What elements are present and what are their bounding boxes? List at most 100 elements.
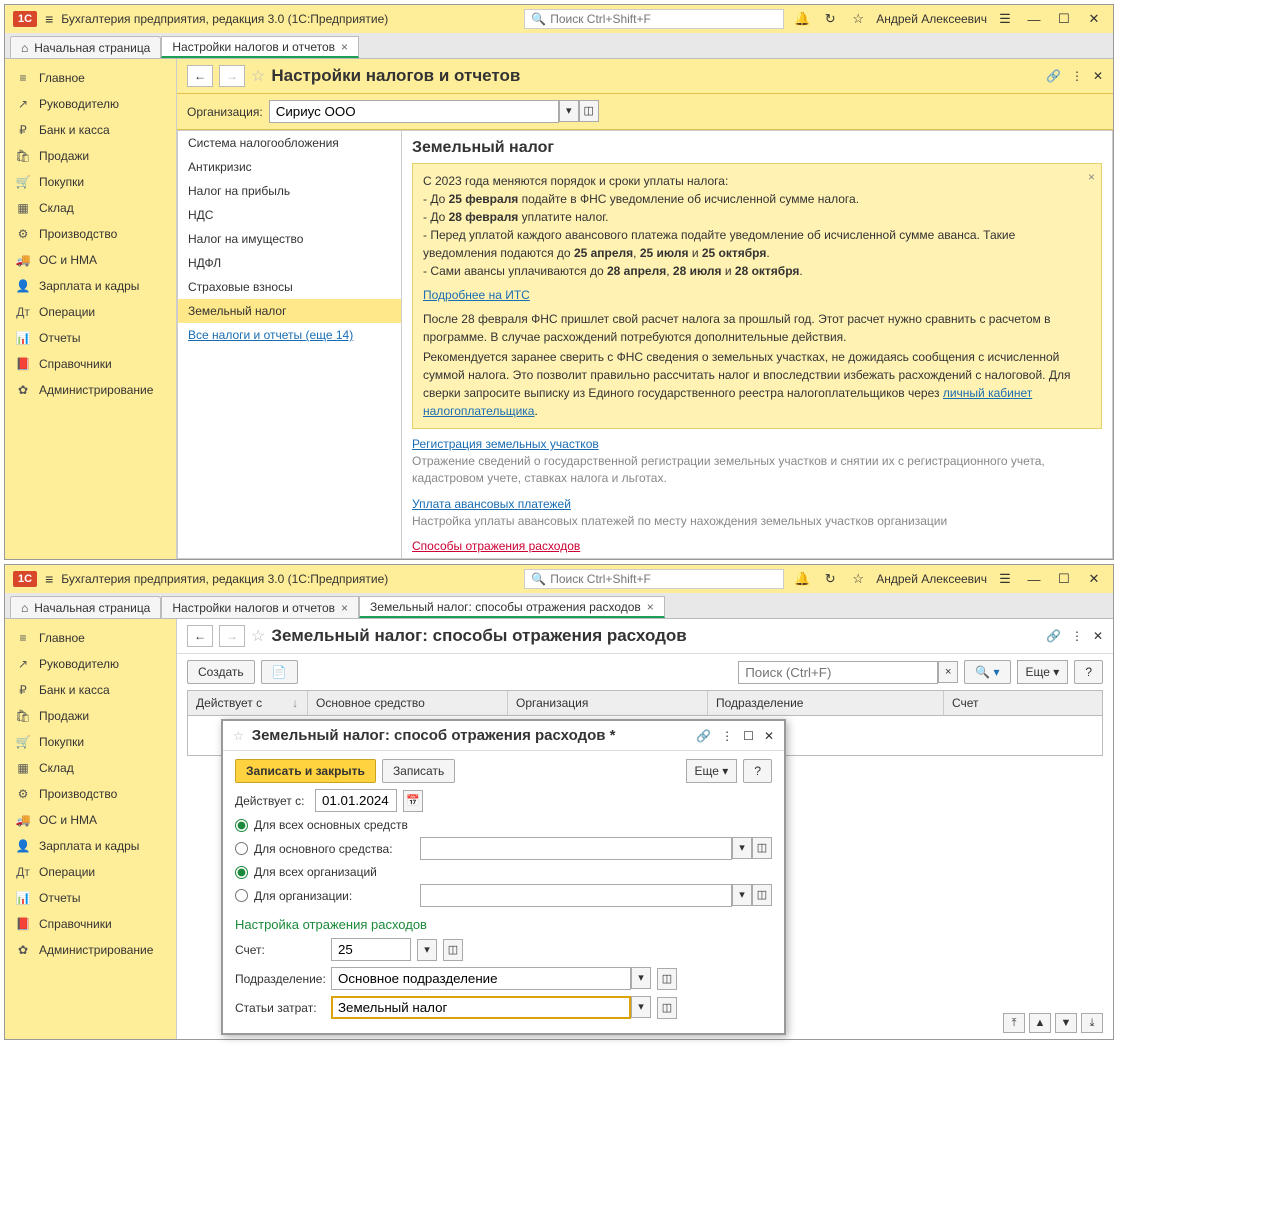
tab-tax-settings[interactable]: Настройки налогов и отчетов× [161,596,359,618]
sidebar-item[interactable]: ≡Главное [9,625,172,651]
tab-home[interactable]: ⌂Начальная страница [10,36,161,58]
link-ways[interactable]: Способы отражения расходов [412,539,580,553]
sidebar-item[interactable]: ₽Банк и касса [9,677,172,703]
history-icon[interactable]: ↻ [820,571,840,587]
asset-combo[interactable]: ▾◫ [420,837,772,860]
close-button[interactable]: ✕ [1083,11,1105,27]
close-icon[interactable]: × [1088,168,1095,186]
subnav-item[interactable]: Система налогообложения [178,131,401,155]
user-label[interactable]: Андрей Алексеевич [876,12,987,26]
org-combo[interactable]: ▾ ◫ [269,100,599,123]
main-menu-icon[interactable]: ≡ [45,571,53,587]
user-label[interactable]: Андрей Алексеевич [876,572,987,586]
chevron-down-icon[interactable]: ▾ [559,100,579,122]
sidebar-item[interactable]: 🚚ОС и НМА [9,247,172,273]
sidebar-item[interactable]: 🛍Продажи [9,703,172,729]
help-button[interactable]: ? [1074,660,1103,684]
settings-bar-icon[interactable]: ☰ [995,571,1015,587]
subnav-all-link[interactable]: Все налоги и отчеты (еще 14) [178,323,401,347]
sidebar-item[interactable]: ⚙Производство [9,221,172,247]
subnav-item[interactable]: Страховые взносы [178,275,401,299]
sidebar-item[interactable]: 📊Отчеты [9,885,172,911]
page-close-icon[interactable]: ✕ [1093,69,1103,83]
sidebar-item[interactable]: ✿Администрирование [9,937,172,963]
close-icon[interactable]: × [341,40,348,54]
copy-button[interactable]: 📄 [261,660,298,684]
art-combo[interactable]: ▾ [331,996,651,1019]
open-icon[interactable]: ◫ [579,100,599,122]
sidebar-item[interactable]: ↗Руководителю [9,91,172,117]
radio-one-org[interactable] [235,889,248,902]
minimize-button[interactable]: — [1023,12,1045,27]
clear-icon[interactable]: × [938,661,958,683]
nav-up-icon[interactable]: ▲ [1029,1013,1051,1033]
close-icon[interactable]: ✕ [764,729,774,743]
nav-down-icon[interactable]: ▼ [1055,1013,1077,1033]
settings-bar-icon[interactable]: ☰ [995,11,1015,27]
find-button[interactable]: 🔍 ▾ [964,660,1010,684]
subnav-item[interactable]: Налог на имущество [178,227,401,251]
close-icon[interactable]: × [341,601,348,615]
dep-combo[interactable]: ▾ [331,967,651,990]
global-search-input[interactable] [550,572,777,586]
calendar-icon[interactable]: 📅 [403,790,423,812]
nav-back[interactable]: ← [187,625,213,647]
sidebar-item[interactable]: 🛍Продажи [9,143,172,169]
link-icon[interactable]: 🔗 [1046,69,1061,83]
subnav-item[interactable]: Налог на прибыль [178,179,401,203]
radio-one-asset[interactable] [235,842,248,855]
org-combo-dlg[interactable]: ▾◫ [420,884,772,907]
link-register[interactable]: Регистрация земельных участков [412,437,599,451]
chevron-down-icon[interactable]: ▾ [631,996,651,1018]
open-icon[interactable]: ◫ [752,837,772,859]
subnav-item[interactable]: НДФЛ [178,251,401,275]
sidebar-item[interactable]: ⚙Производство [9,781,172,807]
col-asset[interactable]: Основное средство [308,691,508,715]
radio-all-assets[interactable] [235,819,248,832]
page-close-icon[interactable]: ✕ [1093,629,1103,643]
tab-tax-settings[interactable]: Настройки налогов и отчетов× [161,36,359,58]
sidebar-item[interactable]: ДтОперации [9,859,172,885]
radio-all-orgs[interactable] [235,866,248,879]
main-menu-icon[interactable]: ≡ [45,11,53,27]
nav-back[interactable]: ← [187,65,213,87]
sidebar-item[interactable]: 👤Зарплата и кадры [9,833,172,859]
global-search[interactable]: 🔍 [524,9,784,29]
chevron-down-icon[interactable]: ▾ [631,967,651,989]
sidebar-item[interactable]: 🚚ОС и НМА [9,807,172,833]
sidebar-item[interactable]: ▦Склад [9,195,172,221]
col-dep[interactable]: Подразделение [708,691,944,715]
org-input[interactable] [269,100,559,123]
sidebar-item[interactable]: 📕Справочники [9,911,172,937]
create-button[interactable]: Создать [187,660,255,684]
sidebar-item[interactable]: 📕Справочники [9,351,172,377]
global-search[interactable]: 🔍 [524,569,784,589]
fav-icon[interactable]: ☆ [251,626,265,646]
open-icon[interactable]: ◫ [752,884,772,906]
minimize-button[interactable]: — [1023,572,1045,587]
save-close-button[interactable]: Записать и закрыть [235,759,376,783]
global-search-input[interactable] [550,12,777,26]
col-acc[interactable]: Счет [944,691,1102,715]
link-icon[interactable]: 🔗 [1046,629,1061,643]
chevron-down-icon[interactable]: ▾ [732,837,752,859]
restore-icon[interactable]: ☐ [743,729,754,743]
list-search-input[interactable] [738,661,938,684]
open-icon[interactable]: ◫ [657,997,677,1019]
kebab-icon[interactable]: ⋮ [721,729,733,743]
close-icon[interactable]: × [647,600,654,614]
open-icon[interactable]: ◫ [657,968,677,990]
acc-input[interactable] [331,938,411,961]
sidebar-item[interactable]: 📊Отчеты [9,325,172,351]
fav-icon[interactable]: ☆ [233,729,244,743]
subnav-item[interactable]: Антикризис [178,155,401,179]
maximize-button[interactable]: ☐ [1053,571,1075,587]
open-icon[interactable]: ◫ [443,939,463,961]
kebab-icon[interactable]: ⋮ [1071,629,1083,643]
history-icon[interactable]: ↻ [820,11,840,27]
nav-fwd[interactable]: → [219,625,245,647]
sidebar-item[interactable]: ≡Главное [9,65,172,91]
tab-home[interactable]: ⌂Начальная страница [10,596,161,618]
sidebar-item[interactable]: 🛒Покупки [9,729,172,755]
subnav-item[interactable]: Земельный налог [178,299,401,323]
